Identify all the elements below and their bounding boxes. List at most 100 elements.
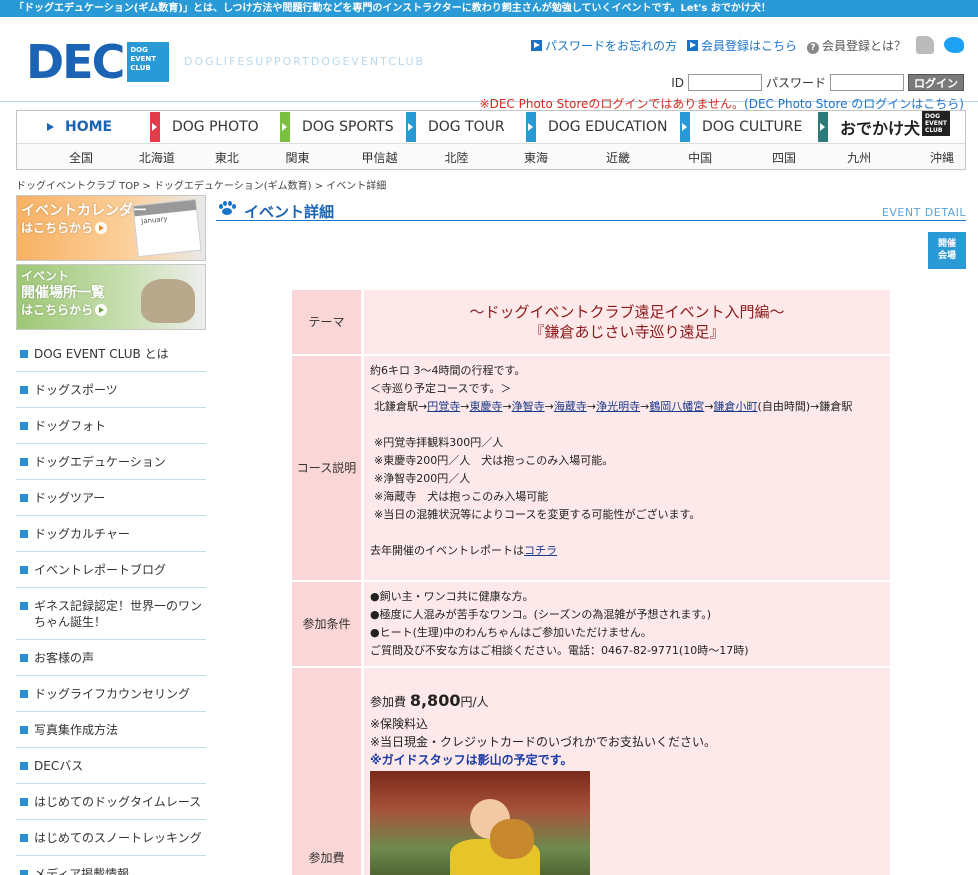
region-label: 甲信越 xyxy=(361,150,398,165)
register-link[interactable]: 会員登録はこちら xyxy=(686,37,797,54)
sidebar-menu-item[interactable]: ギネス記録認定！世界一のワンちゃん誕生！ xyxy=(16,588,206,640)
region-link[interactable]: 全国 xyxy=(69,149,119,166)
guide-photo xyxy=(370,771,590,875)
login-form: ID パスワード ログイン xyxy=(671,74,964,91)
report-link[interactable]: コチラ xyxy=(524,544,557,557)
password-label: パスワード xyxy=(765,76,826,90)
region-link[interactable]: 北海道 xyxy=(139,149,195,166)
id-label: ID xyxy=(671,75,684,90)
nav-dog-tour-label: DOG TOUR xyxy=(428,119,505,135)
sidebar-menu-item[interactable]: ドッグライフカウンセリング xyxy=(16,676,206,712)
dog-illustration xyxy=(141,279,195,323)
nav-dog-education[interactable]: DOG EDUCATION xyxy=(526,111,680,143)
dog-icon[interactable] xyxy=(916,36,934,54)
route-stop-link[interactable]: 海蔵寺 xyxy=(554,400,587,413)
route-stop-link[interactable]: 浄智寺 xyxy=(512,400,545,413)
sidebar-menu-item[interactable]: はじめてのドッグタイムレース xyxy=(16,784,206,820)
route-stop-link[interactable]: 浄光明寺 xyxy=(596,400,640,413)
id-input[interactable] xyxy=(687,74,762,91)
nav-home[interactable]: HOME xyxy=(17,111,150,143)
play-icon xyxy=(95,222,108,234)
twitter-icon[interactable] xyxy=(944,37,964,53)
event-places-banner[interactable]: イベント 開催場所一覧 はこちらから xyxy=(16,264,206,330)
course-row: コース説明 約6キロ 3～4時間の行程です。 ＜寺巡り予定コースです。＞ 北鎌倉… xyxy=(292,356,890,580)
logo-badge-line: CLUB xyxy=(130,64,151,72)
places-banner-title: 開催場所一覧 xyxy=(21,285,105,301)
calendar-banner-sub: はこちらから xyxy=(21,221,94,235)
region-link[interactable]: 甲信越 xyxy=(362,149,425,166)
sidebar-menu-item[interactable]: DOG EVENT CLUB とは xyxy=(16,336,206,372)
nav-dog-culture-label: DOG CULTURE xyxy=(702,119,803,135)
region-label: 沖縄 xyxy=(930,150,955,165)
venue-button-line: 会場 xyxy=(937,251,956,261)
region-link[interactable]: 関東 xyxy=(286,149,342,166)
region-label: 関東 xyxy=(285,150,310,165)
what-is-member-link[interactable]: ? 会員登録とは？ xyxy=(806,37,906,54)
sidebar-menu-item[interactable]: DECバス xyxy=(16,748,206,784)
route-stop-link[interactable]: 鶴岡八幡宮 xyxy=(649,400,704,413)
sidebar-menu-item[interactable]: メディア掲載情報 xyxy=(16,856,206,875)
sidebar-menu-item[interactable]: ドッグエデュケーション xyxy=(16,444,206,480)
region-link[interactable]: 四国 xyxy=(772,149,827,166)
fee-prefix: 参加費 xyxy=(370,695,407,709)
login-button[interactable]: ログイン xyxy=(908,74,964,91)
password-input[interactable] xyxy=(830,74,904,91)
nav-dog-photo[interactable]: DOG PHOTO xyxy=(150,111,280,143)
region-label: 北海道 xyxy=(138,150,175,165)
sidebar-menu-item[interactable]: イベントレポートブログ xyxy=(16,552,206,588)
conditions-label: 参加条件 xyxy=(292,582,361,666)
sidebar-menu-item[interactable]: ドッグスポーツ xyxy=(16,372,206,408)
region-link[interactable]: 近畿 xyxy=(606,149,668,166)
nav-dog-tour[interactable]: DOG TOUR xyxy=(406,111,526,143)
sidebar-menu-item[interactable]: ドッグツアー xyxy=(16,480,206,516)
logo-badge: DOG EVENT CLUB xyxy=(127,42,170,82)
sidebar-menu-item[interactable]: お客様の声 xyxy=(16,640,206,676)
report-prefix: 去年開催のイベントレポートは xyxy=(370,544,524,557)
nav-arrow-icon xyxy=(818,112,828,142)
event-calendar-banner[interactable]: January イベントカレンダー はこちらから xyxy=(16,195,206,261)
route-stop-link[interactable]: 鎌倉小町 xyxy=(714,400,758,413)
region-link[interactable]: 中国 xyxy=(688,149,752,166)
category-nav: HOME DOG PHOTO DOG SPORTS DOG TOUR DOG E… xyxy=(17,111,965,144)
route-end: (自由時間)→鎌倉駅 xyxy=(757,400,853,413)
arrow-icon xyxy=(686,39,698,51)
sidebar-menu: DOG EVENT CLUB とは ドッグスポーツ ドッグフォト ドッグエデュケーショ… xyxy=(16,336,206,875)
photo-store-login-link[interactable]: (DEC Photo Store のログインはこちら) xyxy=(744,97,964,111)
venue-button[interactable]: 開催 会場 xyxy=(928,232,966,269)
nav-dog-culture[interactable]: DOG CULTURE xyxy=(680,111,818,143)
region-link[interactable]: 北陸 xyxy=(444,149,503,166)
region-label: 中国 xyxy=(688,150,713,165)
nav-odekake[interactable]: おでかけ犬DOG EVENT CLUB xyxy=(818,111,965,143)
region-link[interactable]: 東海 xyxy=(524,149,586,166)
region-link[interactable]: 九州 xyxy=(847,149,910,166)
sidebar-menu-item[interactable]: ドッグフォト xyxy=(16,408,206,444)
sidebar-menu-item[interactable]: はじめてのスノートレッキング xyxy=(16,820,206,856)
sidebar-menu-item[interactable]: ドッグカルチャー xyxy=(16,516,206,552)
nav-arrow-icon xyxy=(680,112,690,142)
forgot-password-link[interactable]: パスワードをお忘れの方 xyxy=(530,37,677,54)
course-report: 去年開催のイベントレポートはコチラ xyxy=(370,542,884,560)
region-label: 近畿 xyxy=(606,150,631,165)
nav-arrow-icon xyxy=(526,112,536,142)
route-stop-link[interactable]: 東慶寺 xyxy=(469,400,502,413)
region-link[interactable]: 東北 xyxy=(215,149,266,166)
register-label: 会員登録はこちら xyxy=(700,38,797,53)
region-link[interactable]: 沖縄 xyxy=(930,149,965,166)
route-stop-link[interactable]: 円覚寺 xyxy=(427,400,460,413)
sidebar-menu-item[interactable]: 写真集作成方法 xyxy=(16,712,206,748)
top-announcement-bar: 「ドッグエデュケーション(ギム数育)」とは、しつけ方法や問題行動などを専門のイン… xyxy=(0,0,978,17)
nav-arrow-icon xyxy=(406,112,416,142)
guide-note: ※ガイドスタッフは影山の予定です。 xyxy=(370,753,573,767)
nav-dog-sports[interactable]: DOG SPORTS xyxy=(280,111,406,143)
site-header: DEC DOG EVENT CLUB DOGLIFESUPPORTDOGEVEN… xyxy=(0,17,978,111)
odekake-badge-line: DOG xyxy=(925,113,941,120)
course-note: ※浄智寺200円／人 xyxy=(374,472,471,485)
fee-unit: 円/人 xyxy=(460,695,489,709)
logo-badge-line: DOG xyxy=(130,46,148,54)
logo-badge-line: EVENT xyxy=(130,55,156,63)
arrow-icon xyxy=(530,39,542,51)
question-icon: ? xyxy=(806,41,819,54)
places-banner-sub: はこちらから xyxy=(21,303,94,317)
region-label: 四国 xyxy=(771,150,796,165)
dec-logo[interactable]: DEC DOG EVENT CLUB xyxy=(26,39,170,85)
